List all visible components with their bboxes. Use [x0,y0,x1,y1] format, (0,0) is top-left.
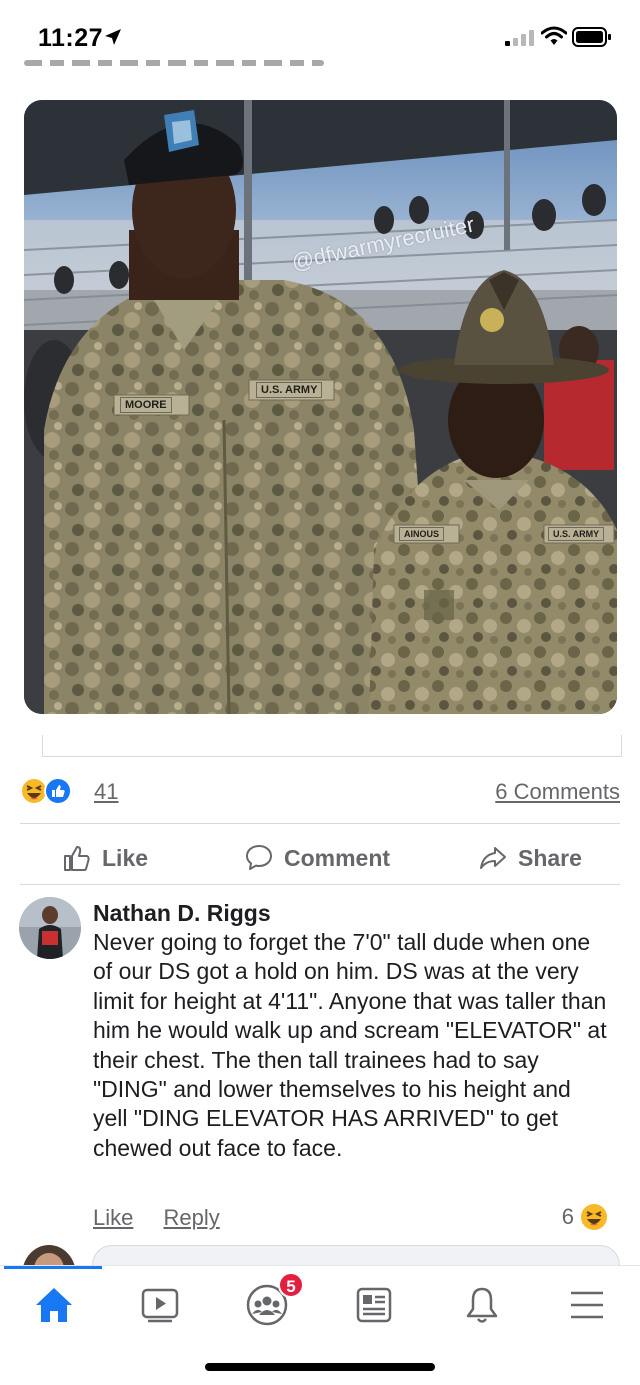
post-photo[interactable]: @dfwarmyrecruiter MOORE U.S. ARMY AINOUS… [24,100,617,714]
post-link-preview-edge [42,735,622,757]
divider [20,823,620,824]
comment-button[interactable]: Comment [244,838,390,878]
location-arrow-icon [105,29,121,45]
active-tab-indicator [4,1266,102,1269]
photo-illustration [24,100,617,714]
home-indicator[interactable] [205,1363,435,1371]
commenter-avatar[interactable] [19,897,81,959]
name-tape-left: MOORE [120,397,172,413]
wifi-icon [541,26,567,45]
comment-reply-link[interactable]: Reply [163,1205,219,1230]
hamburger-menu-icon [571,1291,603,1319]
like-thumb-icon [44,777,72,805]
video-play-icon [141,1288,179,1323]
share-label: Share [518,844,582,871]
thumbs-up-icon [64,846,90,871]
commenter-name[interactable]: Nathan D. Riggs [93,900,271,927]
comments-count-link[interactable]: 6 Comments [495,779,620,805]
branch-tape-right: U.S. ARMY [548,527,605,541]
haha-emoji-icon [581,1204,607,1230]
post-actions-bar: Like Comment Share [0,838,640,878]
tab-home[interactable] [24,1280,84,1330]
newspaper-icon [356,1287,392,1323]
comment-text: Never going to forget the 7'0" tall dude… [93,929,607,1161]
comment-reaction-summary[interactable]: 6 [562,1203,608,1231]
status-time: 11:27 [38,24,104,52]
name-tape-right: AINOUS [399,527,445,541]
cellular-signal-icon [505,30,534,46]
divider [20,884,620,885]
comment-label: Comment [284,844,391,871]
groups-notification-badge: 5 [278,1272,304,1298]
reaction-count[interactable]: 41 [94,779,118,805]
branch-tape-left: U.S. ARMY [256,382,323,398]
share-button[interactable]: Share [478,838,582,878]
bell-icon [466,1287,498,1323]
tab-news-feed[interactable] [343,1280,403,1330]
tab-watch[interactable] [130,1280,190,1330]
share-arrow-icon [480,847,506,869]
home-icon [36,1288,72,1322]
like-button[interactable]: Like [62,838,148,878]
cut-off-post-text [24,52,344,70]
comment-bubble-icon [246,845,272,870]
tab-notifications[interactable] [452,1280,512,1330]
battery-icon [572,27,611,47]
avatar-image [19,897,81,959]
comment-reaction-count: 6 [561,1204,574,1229]
comment-like-link[interactable]: Like [93,1205,133,1230]
tab-menu[interactable] [557,1280,617,1330]
comment-actions: Like Reply [93,1205,244,1231]
like-label: Like [102,844,149,871]
